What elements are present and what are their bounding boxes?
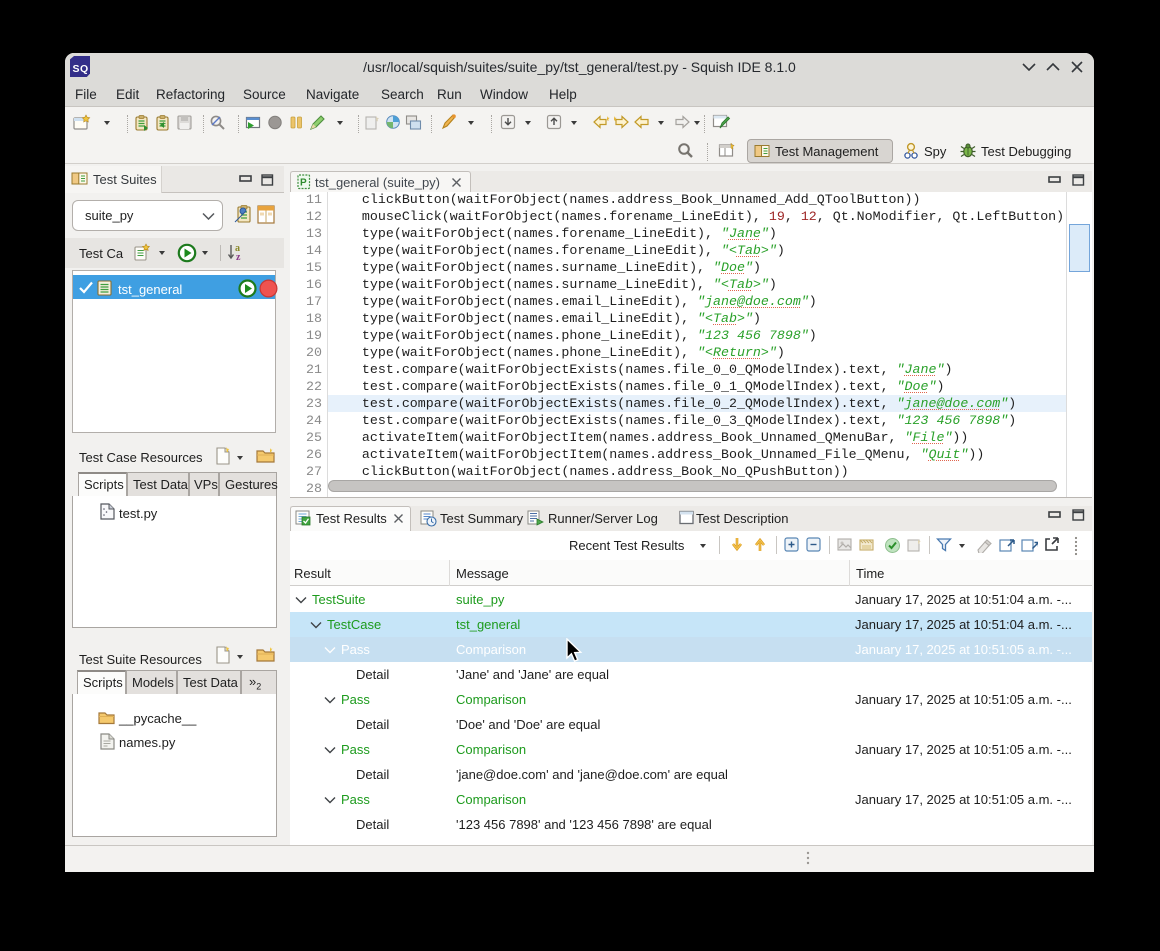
svg-text:P: P: [300, 178, 307, 189]
svg-text:z: z: [236, 252, 241, 262]
